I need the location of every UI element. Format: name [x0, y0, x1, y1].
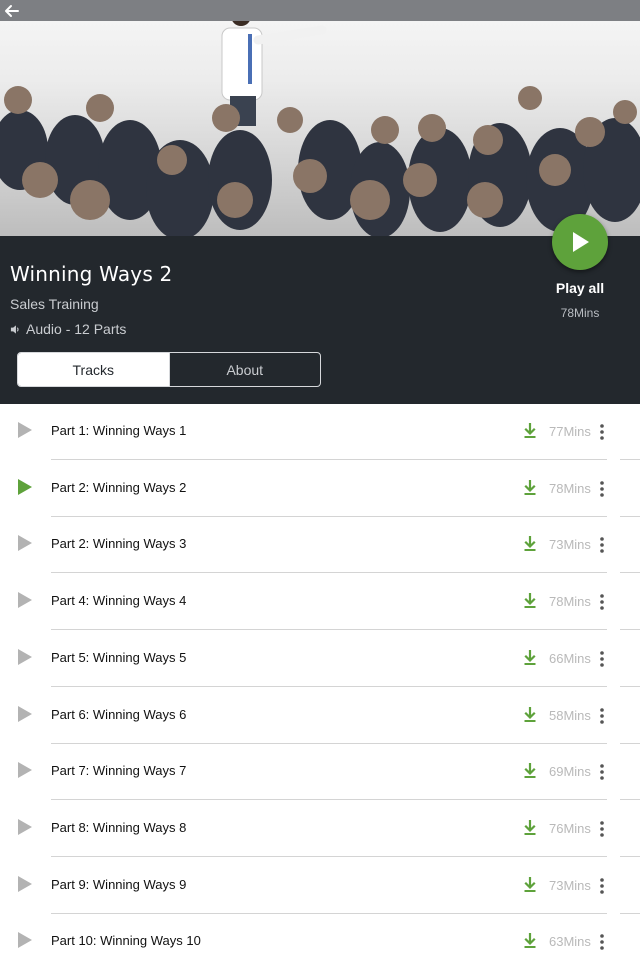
- speaker-icon: [10, 324, 19, 334]
- download-icon[interactable]: [523, 536, 537, 552]
- track-title: Part 9: Winning Ways 9: [51, 876, 187, 892]
- more-vertical-icon[interactable]: [597, 649, 607, 669]
- track-row[interactable]: Part 9: Winning Ways 9 73Mins: [0, 858, 640, 915]
- track-title: Part 4: Winning Ways 4: [51, 593, 187, 609]
- track-row[interactable]: Part 4: Winning Ways 4 78Mins: [0, 574, 640, 631]
- track-duration: 73Mins: [549, 877, 591, 893]
- hero-image: [0, 0, 640, 236]
- track-title: Part 2: Winning Ways 2: [51, 479, 187, 495]
- track-row[interactable]: Part 6: Winning Ways 6 58Mins: [0, 688, 640, 745]
- audience-photo: [0, 6, 640, 236]
- play-all-button[interactable]: [552, 214, 608, 270]
- download-icon[interactable]: [523, 876, 537, 893]
- track-row[interactable]: Part 8: Winning Ways 8 76Mins: [0, 801, 640, 858]
- play-icon[interactable]: [17, 875, 33, 893]
- play-icon: [573, 232, 589, 252]
- more-vertical-icon[interactable]: [597, 819, 607, 839]
- track-title: Part 5: Winning Ways 5: [51, 649, 187, 665]
- track-row[interactable]: Part 5: Winning Ways 5 66Mins: [0, 631, 640, 688]
- media-type-label: Audio - 12 Parts: [26, 321, 127, 337]
- track-row[interactable]: Part 2: Winning Ways 3 73Mins: [0, 517, 640, 574]
- track-duration: 73Mins: [549, 537, 591, 553]
- course-subtitle: Sales Training: [10, 296, 99, 312]
- track-row[interactable]: Part 7: Winning Ways 7 69Mins: [0, 744, 640, 801]
- track-title: Part 10: Winning Ways 10: [51, 933, 201, 949]
- track-row[interactable]: Part 1: Winning Ways 1 77Mins: [0, 404, 640, 461]
- playing-icon[interactable]: [17, 478, 33, 496]
- more-vertical-icon[interactable]: [597, 422, 607, 442]
- track-list: Part 1: Winning Ways 1 77Mins Part 2: Winn…: [0, 404, 640, 960]
- status-bar: [0, 0, 640, 21]
- track-title: Part 6: Winning Ways 6: [51, 706, 187, 722]
- tab-about[interactable]: About: [168, 353, 321, 386]
- track-title: Part 1: Winning Ways 1: [51, 423, 187, 438]
- track-title: Part 8: Winning Ways 8: [51, 819, 187, 835]
- track-duration: 78Mins: [549, 480, 591, 496]
- track-duration: 63Mins: [549, 934, 591, 950]
- download-icon[interactable]: [523, 706, 537, 723]
- track-duration: 69Mins: [549, 764, 591, 780]
- course-title: Winning Ways 2: [10, 262, 173, 286]
- play-icon[interactable]: [17, 931, 33, 949]
- track-duration: 78Mins: [549, 594, 591, 610]
- more-vertical-icon[interactable]: [597, 479, 607, 499]
- download-icon[interactable]: [523, 819, 537, 836]
- play-icon[interactable]: [17, 421, 33, 439]
- download-icon[interactable]: [523, 649, 537, 666]
- more-vertical-icon[interactable]: [597, 706, 607, 726]
- tab-tracks[interactable]: Tracks: [18, 353, 169, 386]
- more-vertical-icon[interactable]: [597, 592, 607, 612]
- download-icon[interactable]: [523, 593, 537, 609]
- download-icon[interactable]: [523, 933, 537, 949]
- track-row[interactable]: Part 2: Winning Ways 2 78Mins: [0, 461, 640, 518]
- play-icon[interactable]: [17, 761, 33, 779]
- track-duration: 76Mins: [549, 820, 591, 836]
- track-duration: 77Mins: [549, 424, 591, 439]
- play-icon[interactable]: [17, 705, 33, 723]
- track-duration: 66Mins: [549, 650, 591, 666]
- play-all-duration: 78Mins: [560, 306, 600, 320]
- track-duration: 58Mins: [549, 707, 591, 723]
- download-icon[interactable]: [523, 479, 537, 496]
- media-info: Audio - 12 Parts: [10, 321, 126, 337]
- download-icon[interactable]: [523, 423, 537, 439]
- play-all-label[interactable]: Play all: [540, 280, 620, 296]
- track-row[interactable]: Part 10: Winning Ways 10 63Mins: [0, 914, 640, 960]
- more-vertical-icon[interactable]: [597, 932, 607, 952]
- play-icon[interactable]: [17, 591, 33, 609]
- more-vertical-icon[interactable]: [597, 535, 607, 555]
- arrow-left-icon[interactable]: [2, 3, 22, 19]
- segmented-tabs: Tracks About: [17, 352, 321, 387]
- more-vertical-icon[interactable]: [597, 876, 607, 896]
- play-icon[interactable]: [17, 648, 33, 666]
- more-vertical-icon[interactable]: [597, 762, 607, 782]
- course-info-panel: Winning Ways 2 Sales Training Audio - 12…: [0, 214, 640, 404]
- play-icon[interactable]: [17, 818, 33, 836]
- track-title: Part 2: Winning Ways 3: [51, 536, 187, 552]
- track-title: Part 7: Winning Ways 7: [51, 763, 187, 779]
- play-icon[interactable]: [17, 534, 33, 552]
- download-icon[interactable]: [523, 763, 537, 779]
